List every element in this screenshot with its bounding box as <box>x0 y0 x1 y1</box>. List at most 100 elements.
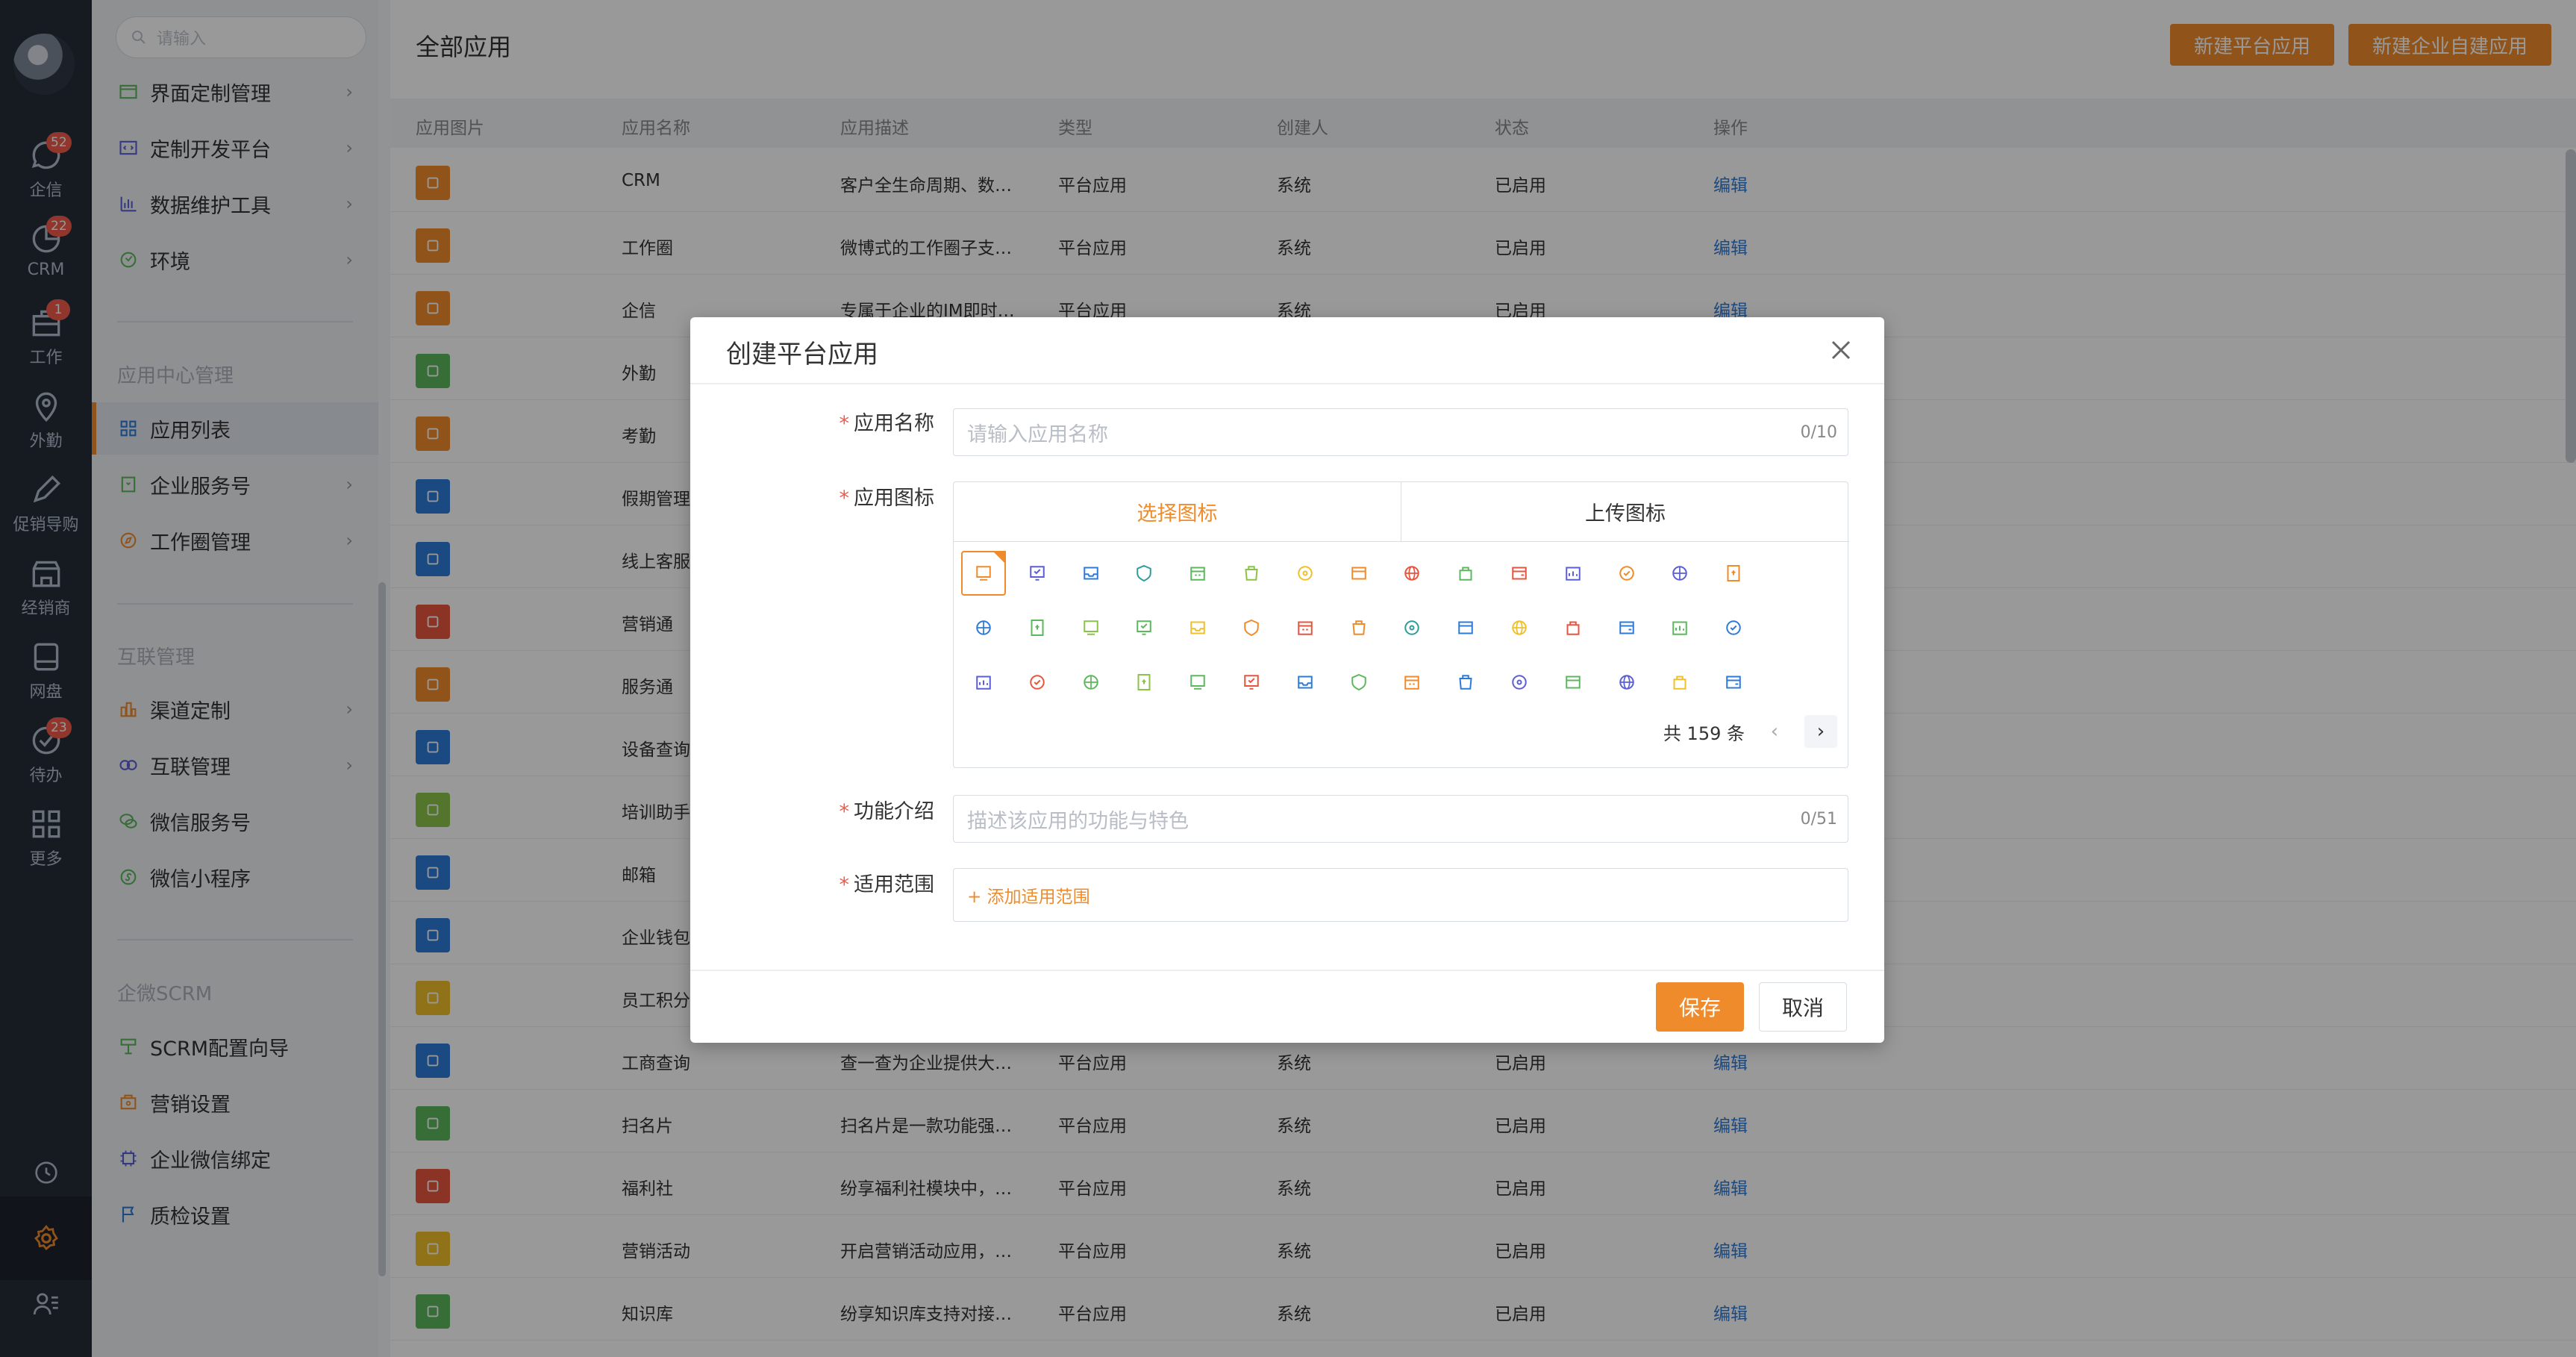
app-glyph-icon <box>1244 619 1259 637</box>
icon-option[interactable] <box>961 605 1006 650</box>
app-glyph-icon <box>1459 567 1472 581</box>
icon-option[interactable] <box>961 551 1006 596</box>
app-glyph-icon <box>1512 675 1527 690</box>
placeholder: 描述该应用的功能与特色 <box>967 809 1189 833</box>
app-glyph-icon <box>1673 676 1686 690</box>
icon-pagination: 共 159 条 ‹ › <box>1663 715 1837 748</box>
tab-choose-icon[interactable]: 选择图标 <box>954 482 1401 542</box>
required-asterisk: * <box>839 873 850 896</box>
divider <box>690 383 1884 384</box>
app-name-label: * 应用名称 <box>840 407 935 436</box>
app-glyph-icon <box>1137 674 1151 690</box>
icon-option[interactable] <box>1497 551 1542 596</box>
icon-option[interactable] <box>1443 605 1488 650</box>
app-glyph-icon <box>1244 675 1259 690</box>
icon-option[interactable] <box>1443 551 1488 596</box>
intro-input[interactable]: 描述该应用的功能与特色 0/51 <box>953 795 1848 843</box>
required-asterisk: * <box>839 412 850 435</box>
icon-option[interactable] <box>1015 605 1060 650</box>
app-glyph-icon <box>1190 675 1205 690</box>
icon-option[interactable] <box>1657 605 1702 650</box>
close-icon[interactable] <box>1825 334 1857 366</box>
icon-option[interactable] <box>1337 605 1381 650</box>
icon-option[interactable] <box>1229 605 1274 650</box>
tab-upload-icon[interactable]: 上传图标 <box>1401 482 1849 542</box>
icon-option[interactable] <box>961 660 1006 705</box>
scope-label: * 适用范围 <box>840 868 935 897</box>
create-platform-app-dialog: 创建平台应用 * 应用名称 请输入应用名称 0/10 * 应用图标 选择图标 上传图… <box>690 317 1884 1043</box>
app-glyph-icon <box>1404 566 1420 581</box>
icon-option[interactable] <box>1389 660 1434 705</box>
icon-option[interactable] <box>1175 660 1220 705</box>
app-glyph-icon <box>1619 621 1634 634</box>
label-text: 功能介绍 <box>854 800 934 823</box>
icon-option[interactable] <box>1122 551 1166 596</box>
app-glyph-icon <box>1672 566 1688 581</box>
app-glyph-icon <box>1083 620 1098 635</box>
app-icon-label: * 应用图标 <box>840 481 935 511</box>
app-glyph-icon <box>1190 567 1205 581</box>
app-glyph-icon <box>1031 620 1044 636</box>
label-text: 应用名称 <box>854 412 934 435</box>
next-page-button[interactable]: › <box>1804 715 1837 748</box>
app-glyph-icon <box>1619 566 1634 581</box>
app-glyph-icon <box>1512 567 1527 580</box>
icon-option[interactable] <box>1283 551 1328 596</box>
prev-page-button[interactable]: ‹ <box>1758 715 1791 748</box>
icon-option[interactable] <box>1657 660 1702 705</box>
icon-option[interactable] <box>1175 551 1220 596</box>
app-glyph-icon <box>1566 621 1580 635</box>
icon-option[interactable] <box>1711 660 1756 705</box>
icon-option[interactable] <box>1015 551 1060 596</box>
icon-option[interactable] <box>1337 551 1381 596</box>
icon-option[interactable] <box>1551 551 1595 596</box>
total-count: 共 159 条 <box>1663 723 1745 744</box>
app-glyph-icon <box>1245 566 1258 581</box>
icon-option[interactable] <box>1551 605 1595 650</box>
icon-option[interactable] <box>1069 551 1113 596</box>
icon-option[interactable] <box>1497 660 1542 705</box>
app-glyph-icon <box>1030 566 1045 581</box>
icon-option[interactable] <box>1389 605 1434 650</box>
app-glyph-icon <box>1458 621 1473 634</box>
icon-option[interactable] <box>1069 605 1113 650</box>
app-glyph-icon <box>976 620 991 635</box>
label-text: 应用图标 <box>854 487 934 510</box>
icon-option[interactable] <box>1337 660 1381 705</box>
app-glyph-icon <box>976 676 991 690</box>
app-glyph-icon <box>1030 675 1045 690</box>
save-button[interactable]: 保存 <box>1656 982 1744 1032</box>
icon-option[interactable] <box>1175 605 1220 650</box>
icon-option[interactable] <box>1283 660 1328 705</box>
icon-option[interactable] <box>1069 660 1113 705</box>
icon-option[interactable] <box>1711 551 1756 596</box>
icon-option[interactable] <box>1711 605 1756 650</box>
icon-option[interactable] <box>1604 605 1649 650</box>
app-glyph-icon <box>1351 567 1366 580</box>
cancel-button[interactable]: 取消 <box>1759 982 1847 1032</box>
icon-option[interactable] <box>1657 551 1702 596</box>
app-name-input[interactable]: 请输入应用名称 0/10 <box>953 408 1848 456</box>
icon-option[interactable] <box>1122 605 1166 650</box>
app-glyph-icon <box>1190 621 1205 634</box>
app-glyph-icon <box>1404 676 1420 690</box>
icon-option[interactable] <box>1551 660 1595 705</box>
scope-field[interactable]: + 添加适用范围 <box>953 868 1848 922</box>
app-glyph-icon <box>1404 620 1420 635</box>
icon-option[interactable] <box>1122 660 1166 705</box>
icon-option[interactable] <box>1015 660 1060 705</box>
icon-option[interactable] <box>1604 551 1649 596</box>
icon-option[interactable] <box>1229 551 1274 596</box>
icon-option[interactable] <box>1229 660 1274 705</box>
icon-option[interactable] <box>1283 605 1328 650</box>
app-glyph-icon <box>1619 675 1634 690</box>
add-scope-link[interactable]: + 添加适用范围 <box>967 882 1090 908</box>
app-glyph-icon <box>1512 620 1527 635</box>
app-glyph-icon <box>1566 567 1581 581</box>
app-glyph-icon <box>1298 676 1313 689</box>
app-glyph-icon <box>1298 566 1313 581</box>
icon-option[interactable] <box>1443 660 1488 705</box>
icon-option[interactable] <box>1389 551 1434 596</box>
icon-option[interactable] <box>1604 660 1649 705</box>
icon-option[interactable] <box>1497 605 1542 650</box>
